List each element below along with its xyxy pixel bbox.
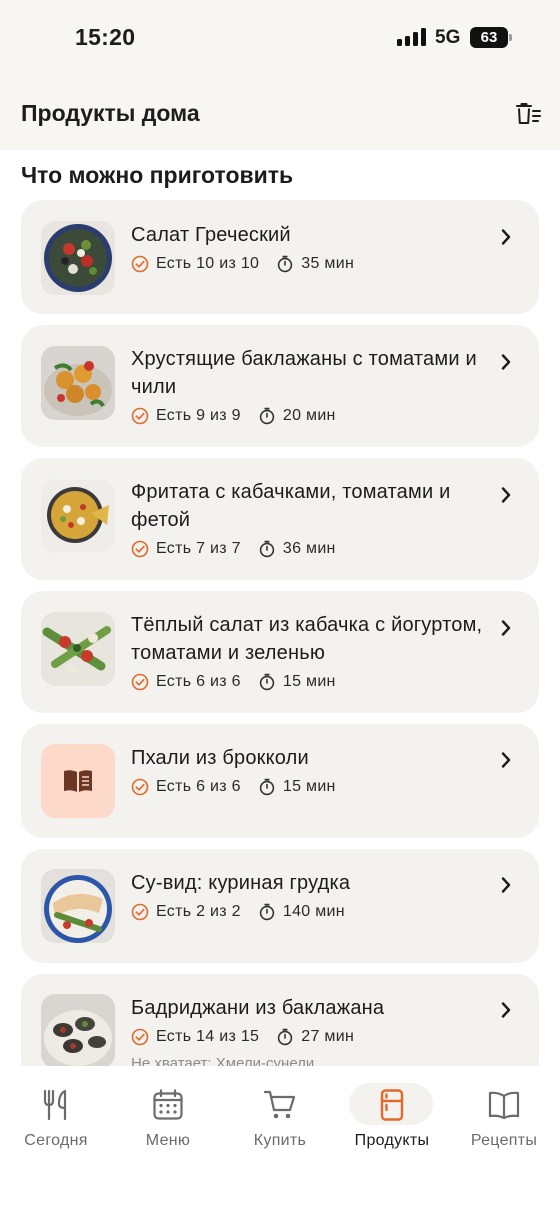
recipe-missing: Не хватает: Хмели-сунели — [131, 1055, 315, 1066]
cart-icon — [263, 1090, 296, 1119]
check-circle-icon — [131, 255, 149, 273]
page-title: Продукты дома — [21, 100, 200, 126]
battery-icon: 63 — [470, 27, 512, 48]
check-circle-icon — [131, 778, 149, 796]
recipe-card[interactable]: Бадриджани из баклажана Есть 14 из 15 27… — [21, 974, 539, 1066]
signal-icon — [397, 28, 427, 46]
recipe-meta: Есть 2 из 2 140 мин — [131, 903, 345, 921]
timer-icon — [276, 1028, 294, 1046]
tab-label: Купить — [253, 1132, 307, 1149]
tab-label: Сегодня — [24, 1132, 88, 1149]
tab-menu[interactable]: Меню — [112, 1082, 224, 1152]
fork-knife-icon — [43, 1089, 67, 1121]
check-circle-icon — [131, 1028, 149, 1046]
chevron-right-icon — [499, 1001, 513, 1019]
recipe-card[interactable]: Хрустящие баклажаны с томатами и чили Ес… — [21, 325, 539, 447]
recipe-name: Хрустящие баклажаны с томатами и чили — [131, 348, 477, 398]
timer-icon — [258, 540, 276, 558]
timer-icon — [258, 778, 276, 796]
network-label: 5G — [435, 27, 461, 48]
recipe-have: Есть 10 из 10 — [156, 255, 260, 272]
recipe-card[interactable]: Пхали из брокколи Есть 6 из 6 15 мин — [21, 724, 539, 838]
recipe-time: 20 мин — [282, 407, 336, 424]
tab-recipes[interactable]: Рецепты — [448, 1082, 560, 1152]
check-circle-icon — [131, 407, 149, 425]
recipe-meta: Есть 6 из 6 15 мин — [131, 673, 336, 691]
chevron-right-icon — [499, 876, 513, 894]
status-time: 15:20 — [75, 24, 136, 50]
recipe-name: Бадриджани из баклажана — [131, 997, 385, 1019]
recipe-meta: Есть 9 из 9 20 мин — [131, 407, 336, 425]
tab-products[interactable]: Продукты — [336, 1082, 448, 1152]
recipe-card[interactable]: Тёплый салат из кабачка с йогуртом, тома… — [21, 591, 539, 713]
timer-icon — [258, 903, 276, 921]
check-circle-icon — [131, 903, 149, 921]
recipe-time: 140 мин — [282, 903, 345, 920]
chevron-right-icon — [499, 619, 513, 637]
recipe-card[interactable]: Фритата с кабачками, томатами и фетой Ес… — [21, 458, 539, 580]
recipe-time: 35 мин — [301, 255, 355, 272]
recipe-have: Есть 6 из 6 — [156, 778, 241, 795]
chevron-right-icon — [499, 751, 513, 769]
tab-label: Рецепты — [470, 1132, 538, 1149]
recipe-name: Пхали из брокколи — [131, 747, 309, 769]
recipe-have: Есть 2 из 2 — [156, 903, 241, 920]
chevron-right-icon — [499, 353, 513, 371]
check-circle-icon — [131, 540, 149, 558]
recipe-photo — [41, 346, 115, 420]
calendar-icon — [153, 1089, 183, 1120]
recipe-meta: Есть 10 из 10 35 мин — [131, 255, 354, 273]
tab-label: Продукты — [354, 1132, 430, 1149]
book-icon — [488, 1091, 520, 1120]
recipe-name: Су-вид: куриная грудка — [131, 872, 351, 894]
open-book-icon — [64, 770, 92, 792]
battery-level: 63 — [480, 29, 498, 46]
recipe-photo — [41, 612, 115, 686]
tab-today[interactable]: Сегодня — [0, 1082, 112, 1152]
check-circle-icon — [131, 673, 149, 691]
recipe-meta: Есть 6 из 6 15 мин — [131, 778, 336, 796]
recipe-time: 15 мин — [282, 778, 336, 795]
recipe-name: Тёплый салат из кабачка с йогуртом, тома… — [131, 614, 483, 664]
recipe-time: 36 мин — [282, 540, 336, 557]
recipe-name: Салат Греческий — [131, 224, 291, 246]
recipe-name: Фритата с кабачками, томатами и фетой — [131, 481, 451, 531]
recipe-photo — [41, 994, 115, 1066]
recipe-have: Есть 7 из 7 — [156, 540, 241, 557]
recipe-meta: Есть 14 из 15 27 мин — [131, 1028, 354, 1046]
fridge-icon — [380, 1089, 404, 1121]
tab-bar: Сегодня Меню Купить Продукты Рецепты — [0, 1066, 560, 1213]
recipe-have: Есть 9 из 9 — [156, 407, 241, 424]
recipe-have: Есть 14 из 15 — [156, 1028, 260, 1045]
recipe-time: 15 мин — [282, 673, 336, 690]
timer-icon — [276, 255, 294, 273]
trash-list-icon — [516, 103, 541, 124]
recipe-have: Есть 6 из 6 — [156, 673, 241, 690]
recipe-photo — [41, 869, 115, 943]
status-bar: 15:20 5G 63 — [0, 0, 560, 76]
recipe-list: Салат Греческий Есть 10 из 10 35 мин Хру… — [0, 200, 560, 1066]
recipe-time: 27 мин — [301, 1028, 355, 1045]
tab-label: Меню — [145, 1132, 191, 1149]
recipe-card[interactable]: Су-вид: куриная грудка Есть 2 из 2 140 м… — [21, 849, 539, 963]
chevron-right-icon — [499, 486, 513, 504]
chevron-right-icon — [499, 228, 513, 246]
recipe-placeholder — [41, 744, 115, 818]
recipe-photo — [41, 479, 115, 553]
tab-buy[interactable]: Купить — [224, 1082, 336, 1152]
section-title: Что можно приготовить — [21, 162, 294, 188]
recipe-photo — [41, 221, 115, 295]
clear-products-button[interactable] — [510, 98, 546, 130]
timer-icon — [258, 407, 276, 425]
recipe-card[interactable]: Салат Греческий Есть 10 из 10 35 мин — [21, 200, 539, 314]
recipe-meta: Есть 7 из 7 36 мин — [131, 540, 336, 558]
timer-icon — [258, 673, 276, 691]
